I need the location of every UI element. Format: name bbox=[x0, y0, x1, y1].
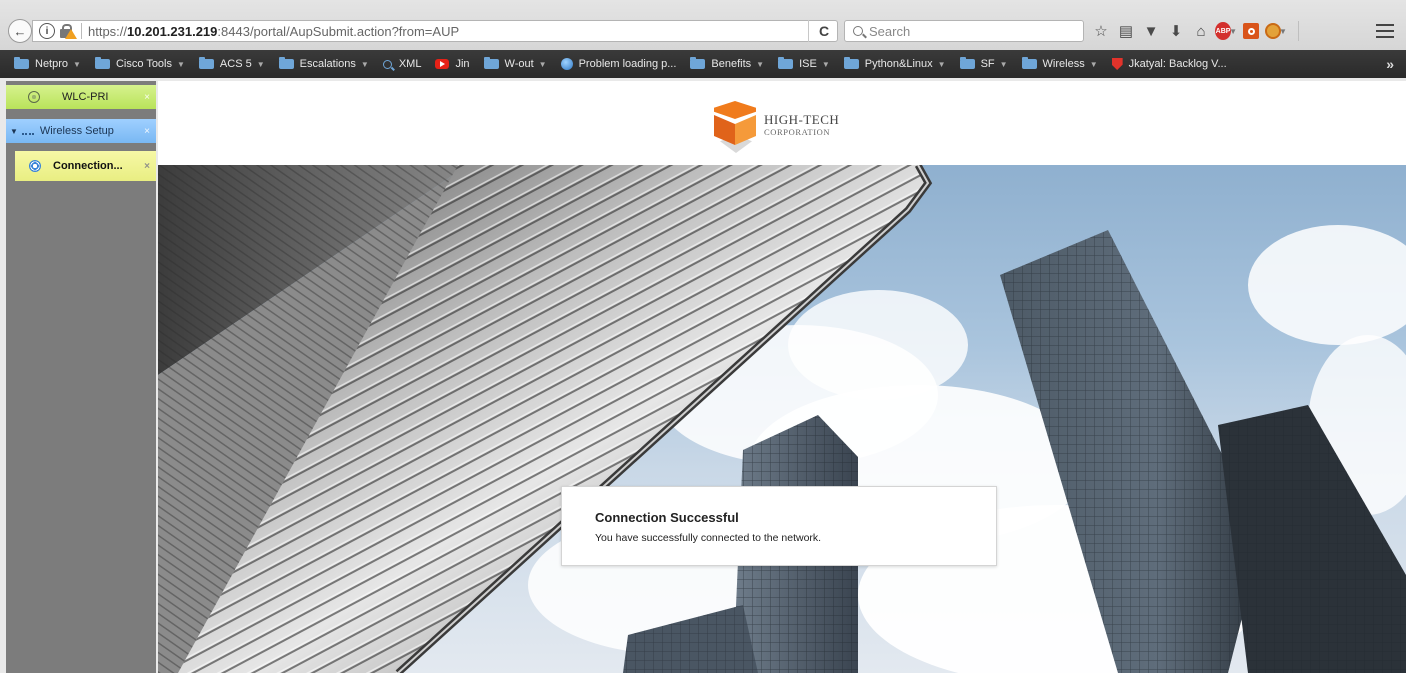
folder-icon bbox=[1021, 57, 1037, 69]
chevron-down-icon: ▼ bbox=[177, 59, 185, 69]
chevron-down-icon: ▼ bbox=[1089, 59, 1098, 69]
adblock-plus-icon[interactable]: ABP ▼ bbox=[1215, 20, 1237, 42]
architecture-photo bbox=[158, 165, 1406, 673]
message-body: You have successfully connected to the n… bbox=[595, 532, 822, 544]
chevron-down-icon: ▼ bbox=[937, 59, 946, 69]
bookmark-ise[interactable]: ISE ▼ bbox=[778, 57, 830, 70]
tab-label: Connection... bbox=[53, 160, 123, 172]
back-button[interactable]: ← bbox=[8, 19, 32, 43]
triangle-down-icon[interactable]: ▼ bbox=[10, 127, 18, 136]
youtube-icon bbox=[435, 59, 450, 69]
reload-button[interactable]: C bbox=[808, 20, 839, 42]
bookmark-sf[interactable]: SF ▼ bbox=[959, 57, 1008, 70]
url-host: 10.201.231.219 bbox=[127, 23, 218, 39]
star-icon[interactable]: ☆ bbox=[1090, 20, 1112, 42]
bookmark-w-out[interactable]: W-out ▼ bbox=[483, 57, 547, 70]
search-placeholder: Search bbox=[869, 23, 911, 39]
wireless-icon bbox=[21, 128, 34, 135]
cube-icon bbox=[714, 101, 756, 153]
message-title: Connection Successful bbox=[595, 510, 739, 525]
chevron-down-icon: ▼ bbox=[73, 59, 81, 69]
bookmarks-overflow-button[interactable]: » bbox=[1386, 50, 1394, 78]
pocket-icon[interactable]: ▼ bbox=[1140, 20, 1162, 42]
menu-icon[interactable] bbox=[1374, 20, 1396, 42]
tab-wlc-pri[interactable]: WLC-PRI × bbox=[6, 85, 156, 109]
folder-icon bbox=[843, 57, 859, 69]
bookmark-xml[interactable]: XML bbox=[382, 58, 421, 70]
close-icon[interactable]: × bbox=[144, 85, 150, 109]
folder-icon bbox=[278, 57, 294, 69]
globe-icon bbox=[28, 91, 40, 103]
bookmark-benefits[interactable]: Benefits ▼ bbox=[690, 57, 765, 70]
close-icon[interactable]: × bbox=[144, 151, 150, 181]
connection-icon bbox=[29, 160, 41, 172]
bookmark-wireless[interactable]: Wireless ▼ bbox=[1021, 57, 1098, 70]
tab-label: Wireless Setup bbox=[39, 125, 114, 137]
tab-wireless-setup[interactable]: ▼ Wireless Setup × bbox=[6, 119, 156, 143]
portal-header: HIGH-TECH CORPORATION bbox=[158, 81, 1406, 165]
chevron-down-icon: ▼ bbox=[756, 59, 765, 69]
shield-icon bbox=[1111, 58, 1123, 70]
chevron-down-icon: ▼ bbox=[256, 59, 265, 69]
extension-icon[interactable] bbox=[1240, 20, 1262, 42]
search-icon bbox=[382, 59, 392, 69]
folder-icon bbox=[959, 57, 975, 69]
bookmarks-bar: Netpro ▼ Cisco Tools ▼ ACS 5 ▼ Escalations ▼… bbox=[0, 50, 1406, 78]
chevron-down-icon: ▼ bbox=[999, 59, 1008, 69]
bookmark-netpro[interactable]: Netpro ▼ bbox=[14, 57, 81, 70]
globe-icon bbox=[560, 58, 573, 70]
folder-icon bbox=[690, 57, 706, 69]
folder-icon bbox=[94, 57, 110, 69]
tab-label: WLC-PRI bbox=[62, 91, 109, 103]
company-logo: HIGH-TECH CORPORATION bbox=[714, 101, 840, 153]
portal-page: HIGH-TECH CORPORATION Connection Success… bbox=[158, 81, 1406, 673]
folder-icon bbox=[14, 57, 29, 69]
hero-image: Connection Successful You have successfu… bbox=[158, 165, 1406, 673]
insecure-lock-icon[interactable] bbox=[59, 23, 77, 39]
info-icon[interactable]: i bbox=[39, 23, 55, 39]
url-divider bbox=[81, 23, 82, 39]
tab-tree-panel: WLC-PRI × ▼ Wireless Setup × Connection.… bbox=[6, 81, 156, 673]
folder-icon bbox=[198, 57, 214, 69]
folder-icon bbox=[483, 57, 499, 69]
bookmark-cisco-tools[interactable]: Cisco Tools ▼ bbox=[94, 57, 185, 70]
close-icon[interactable]: × bbox=[144, 119, 150, 143]
bookmark-problem-loading[interactable]: Problem loading p... bbox=[560, 58, 676, 70]
arrow-left-icon: ← bbox=[13, 23, 27, 39]
address-bar[interactable]: i https://10.201.231.219:8443/portal/Aup… bbox=[32, 20, 838, 42]
folder-icon bbox=[778, 57, 794, 69]
search-input[interactable]: Search bbox=[844, 20, 1084, 42]
extension-face-icon[interactable]: ▼ bbox=[1265, 20, 1287, 42]
connection-success-message: Connection Successful You have successfu… bbox=[561, 486, 997, 566]
url-text[interactable]: https://10.201.231.219:8443/portal/AupSu… bbox=[88, 24, 459, 39]
toolbar-icons: ☆ ▤ ▼ ⬇ ⌂ ABP ▼ ▼ bbox=[1090, 20, 1307, 42]
chevron-down-icon: ▼ bbox=[538, 59, 547, 69]
bookmark-escalations[interactable]: Escalations ▼ bbox=[278, 57, 369, 70]
search-icon bbox=[853, 26, 863, 36]
bookmark-acs5[interactable]: ACS 5 ▼ bbox=[198, 57, 265, 70]
reading-list-icon[interactable]: ▤ bbox=[1115, 20, 1137, 42]
logo-line-2: CORPORATION bbox=[764, 127, 831, 137]
tab-connection[interactable]: Connection... × bbox=[15, 151, 156, 181]
chevron-down-icon: ▼ bbox=[821, 59, 830, 69]
toolbar-divider bbox=[1298, 21, 1299, 41]
bookmark-python-linux[interactable]: Python&Linux ▼ bbox=[843, 57, 946, 70]
bookmark-jkatyal-backlog[interactable]: Jkatyal: Backlog V... bbox=[1111, 58, 1227, 70]
home-icon[interactable]: ⌂ bbox=[1190, 20, 1212, 42]
browser-toolbar: ← i https://10.201.231.219:8443/portal/A… bbox=[0, 0, 1406, 50]
bookmark-jin[interactable]: Jin bbox=[435, 58, 470, 70]
chevron-down-icon: ▼ bbox=[360, 59, 369, 69]
reload-icon: C bbox=[818, 23, 830, 39]
logo-line-1: HIGH-TECH bbox=[764, 112, 840, 127]
download-icon[interactable]: ⬇ bbox=[1165, 20, 1187, 42]
